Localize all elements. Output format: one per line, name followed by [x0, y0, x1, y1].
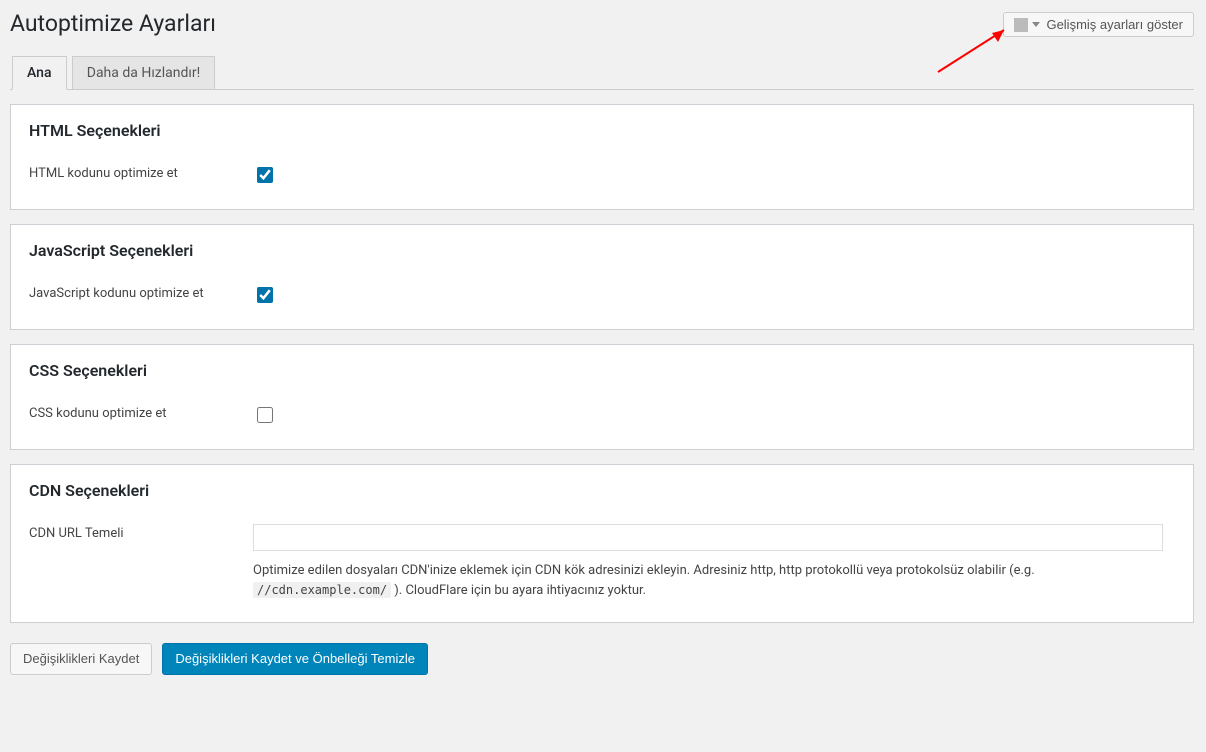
save-clear-cache-button[interactable]: Değişiklikleri Kaydet ve Önbelleği Temiz…: [162, 643, 428, 675]
panel-cdn: CDN Seçenekleri CDN URL Temeli Optimize …: [10, 464, 1194, 623]
cdn-url-input[interactable]: [253, 524, 1163, 551]
tab-bar: Ana Daha da Hızlandır!: [10, 49, 1194, 90]
cdn-desc-before: Optimize edilen dosyaları CDN'inize ekle…: [253, 563, 1035, 578]
html-optimize-label: HTML kodunu optimize et: [29, 164, 253, 181]
cdn-url-label: CDN URL Temeli: [29, 524, 253, 541]
panel-css: CSS Seçenekleri CSS kodunu optimize et: [10, 344, 1194, 450]
show-advanced-button[interactable]: Gelişmiş ayarları göster: [1003, 12, 1194, 37]
js-optimize-label: JavaScript kodunu optimize et: [29, 284, 253, 301]
html-optimize-checkbox[interactable]: [257, 167, 273, 183]
tab-speedup[interactable]: Daha da Hızlandır!: [72, 56, 215, 89]
panel-html: HTML Seçenekleri HTML kodunu optimize et: [10, 104, 1194, 210]
css-optimize-checkbox[interactable]: [257, 407, 273, 423]
panel-js-title: JavaScript Seçenekleri: [29, 241, 1175, 260]
panel-html-title: HTML Seçenekleri: [29, 121, 1175, 140]
panel-css-title: CSS Seçenekleri: [29, 361, 1175, 380]
cdn-url-description: Optimize edilen dosyaları CDN'inize ekle…: [253, 561, 1175, 600]
save-button[interactable]: Değişiklikleri Kaydet: [10, 643, 152, 675]
js-optimize-checkbox[interactable]: [257, 287, 273, 303]
tab-main[interactable]: Ana: [12, 56, 67, 90]
panel-cdn-title: CDN Seçenekleri: [29, 481, 1175, 500]
button-row: Değişiklikleri Kaydet Değişiklikleri Kay…: [10, 643, 1194, 675]
settings-slider-icon: [1014, 18, 1028, 32]
panel-js: JavaScript Seçenekleri JavaScript kodunu…: [10, 224, 1194, 330]
show-advanced-label: Gelişmiş ayarları göster: [1046, 17, 1183, 32]
caret-down-icon: [1032, 22, 1040, 27]
cdn-desc-after: ). CloudFlare için bu ayara ihtiyacınız …: [394, 583, 646, 598]
page-title: Autoptimize Ayarları: [10, 10, 216, 37]
css-optimize-label: CSS kodunu optimize et: [29, 404, 253, 421]
cdn-desc-code: //cdn.example.com/: [253, 582, 391, 598]
